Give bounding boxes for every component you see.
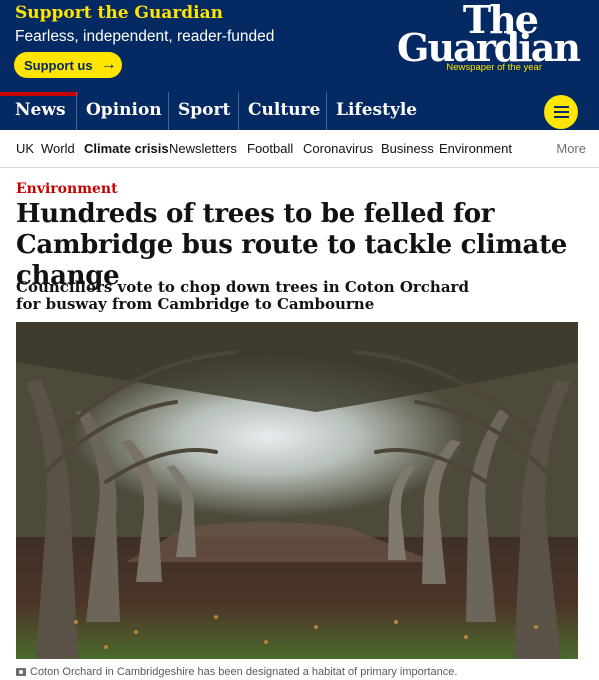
article-photo — [16, 322, 578, 659]
support-subtitle: Fearless, independent, reader-funded — [15, 28, 275, 45]
support-us-label: Support us — [24, 57, 93, 73]
subnav-newsletters[interactable]: Newsletters — [169, 141, 237, 156]
subnav-climate-crisis[interactable]: Climate crisis — [84, 141, 169, 156]
menu-icon[interactable] — [544, 95, 578, 129]
sub-nav: UK World Climate crisis Newsletters Foot… — [0, 130, 599, 168]
subnav-football[interactable]: Football — [247, 141, 293, 156]
pillar-sport[interactable]: Sport — [168, 92, 238, 130]
subnav-more[interactable]: More — [556, 141, 586, 156]
subnav-coronavirus[interactable]: Coronavirus — [303, 141, 373, 156]
subnav-uk[interactable]: UK — [16, 141, 34, 156]
section-kicker[interactable]: Environment — [16, 181, 118, 197]
support-us-button[interactable]: Support us → — [14, 52, 122, 78]
support-title: Support the Guardian — [15, 3, 223, 23]
photo-caption: Coton Orchard in Cambridgeshire has been… — [16, 666, 457, 678]
subnav-world[interactable]: World — [41, 141, 75, 156]
subnav-environment[interactable]: Environment — [439, 141, 512, 156]
caption-text: Coton Orchard in Cambridgeshire has been… — [30, 666, 458, 678]
subnav-business[interactable]: Business — [381, 141, 434, 156]
pillar-news[interactable]: News — [0, 92, 78, 130]
logo-tagline: Newspaper of the year — [446, 62, 542, 73]
masthead: Support the Guardian Fearless, independe… — [0, 0, 599, 92]
pillar-opinion[interactable]: Opinion — [76, 92, 168, 130]
pillar-nav: News Opinion Sport Culture Lifestyle — [0, 92, 599, 130]
camera-icon — [16, 668, 26, 676]
pillar-lifestyle[interactable]: Lifestyle — [326, 92, 426, 130]
article-standfirst: Councillors vote to chop down trees in C… — [16, 278, 469, 313]
pillar-culture[interactable]: Culture — [238, 92, 326, 130]
arrow-right-icon: → — [100, 56, 117, 73]
